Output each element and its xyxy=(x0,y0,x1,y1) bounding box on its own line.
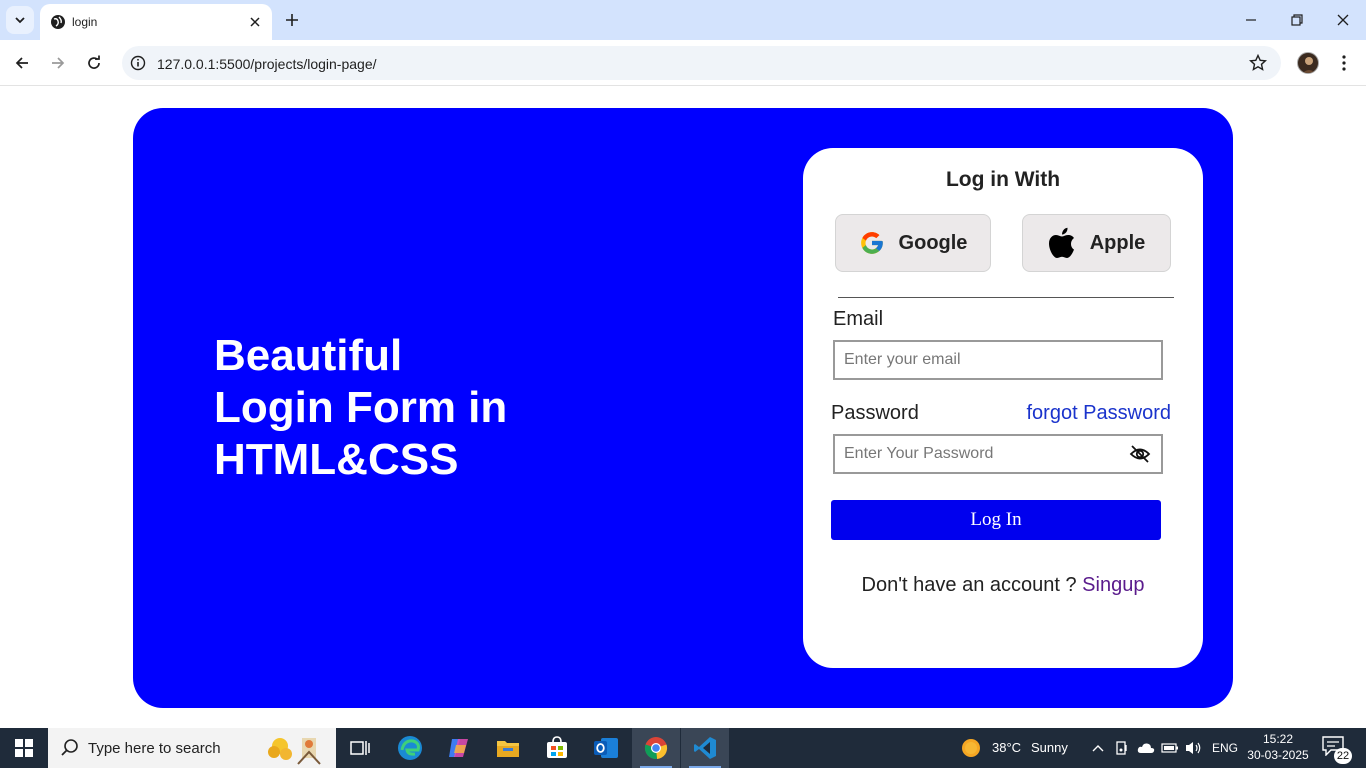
clock-date: 30-03-2025 xyxy=(1247,748,1309,762)
tab-title: login xyxy=(72,15,98,29)
password-label: Password xyxy=(831,402,919,424)
device-icon xyxy=(1116,741,1127,755)
store-taskbar-button[interactable] xyxy=(533,728,581,768)
browser-tab[interactable]: login xyxy=(40,4,272,40)
plus-icon xyxy=(286,14,298,26)
folder-icon xyxy=(497,741,519,757)
weather-condition[interactable]: Sunny xyxy=(1031,740,1068,755)
start-button[interactable] xyxy=(0,728,48,768)
globe-icon xyxy=(51,15,65,29)
show-hidden-icons-button[interactable] xyxy=(1089,738,1107,758)
browser-toolbar: 127.0.0.1:5500/projects/login-page/ xyxy=(0,40,1366,86)
email-field[interactable]: Enter your email xyxy=(833,340,1163,380)
google-login-button[interactable]: Google xyxy=(835,214,991,272)
info-icon[interactable] xyxy=(130,55,146,71)
chevron-up-icon xyxy=(1092,745,1104,752)
battery-icon xyxy=(1161,743,1178,753)
task-view-icon xyxy=(350,741,370,755)
signup-prompt-text: Don't have an account ? xyxy=(861,574,1083,596)
forward-button[interactable] xyxy=(46,51,70,75)
hero-section: Beautiful Login Form in HTML&CSS Log in … xyxy=(133,108,1233,708)
clock-time: 15:22 xyxy=(1262,732,1294,746)
edge-icon xyxy=(398,736,422,760)
chrome-taskbar-button[interactable] xyxy=(632,728,680,768)
notification-center-button[interactable]: 22 xyxy=(1322,736,1352,764)
google-login-label: Google xyxy=(898,231,968,254)
weather-temperature[interactable]: 38°C xyxy=(992,740,1021,755)
login-card-title: Log in With xyxy=(945,168,1061,191)
more-vertical-icon xyxy=(1342,55,1346,71)
hero-heading-line: Beautiful xyxy=(214,331,403,380)
language-indicator[interactable]: ENG xyxy=(1212,741,1238,755)
windows-icon xyxy=(15,739,33,757)
password-field[interactable]: Enter Your Password xyxy=(833,434,1163,474)
outlook-taskbar-button[interactable] xyxy=(582,728,630,768)
signup-prompt: Don't have an account ? Singup xyxy=(803,574,1203,597)
apple-login-label: Apple xyxy=(1089,231,1146,254)
restore-button[interactable] xyxy=(1285,8,1309,32)
speaker-icon xyxy=(1186,742,1201,754)
password-placeholder: Enter Your Password xyxy=(844,445,994,462)
edge-taskbar-button[interactable] xyxy=(386,728,434,768)
close-window-button[interactable] xyxy=(1331,8,1355,32)
minimize-icon xyxy=(1246,19,1256,21)
volume-tray-button[interactable] xyxy=(1185,738,1203,758)
arrow-left-icon xyxy=(15,57,28,69)
new-tab-button[interactable] xyxy=(281,9,303,31)
close-icon xyxy=(1337,14,1349,26)
reload-icon xyxy=(88,55,100,69)
hero-heading-line: Login Form in xyxy=(214,383,508,432)
search-highlight-illustration xyxy=(268,738,321,765)
bookmark-star-icon[interactable] xyxy=(1249,54,1267,72)
login-button[interactable]: Log In xyxy=(831,500,1161,540)
browser-menu-button[interactable] xyxy=(1333,52,1355,74)
copilot-taskbar-button[interactable] xyxy=(435,728,483,768)
hero-heading-line: HTML&CSS xyxy=(214,435,459,484)
notification-count-badge: 22 xyxy=(1334,748,1352,764)
tab-search-button[interactable] xyxy=(6,6,34,34)
url-text: 127.0.0.1:5500/projects/login-page/ xyxy=(157,56,377,72)
user-avatar-icon xyxy=(1302,57,1316,73)
email-label: Email xyxy=(833,308,884,330)
taskbar: Type here to search 38°C Sunny ENG 15:22… xyxy=(0,728,1366,768)
battery-tray-button[interactable] xyxy=(1161,738,1179,758)
search-icon xyxy=(61,739,78,756)
store-icon xyxy=(547,736,567,758)
reload-button[interactable] xyxy=(82,51,106,75)
copilot-icon xyxy=(449,739,468,757)
back-button[interactable] xyxy=(10,51,34,75)
email-placeholder: Enter your email xyxy=(844,351,961,368)
taskbar-search-placeholder: Type here to search xyxy=(88,740,221,757)
apple-login-button[interactable]: Apple xyxy=(1022,214,1171,272)
hero-heading: Beautiful Login Form in HTML&CSS xyxy=(214,330,574,486)
browser-tab-bar: login xyxy=(0,0,1366,40)
eye-off-icon[interactable] xyxy=(1129,444,1151,464)
meet-tray-button[interactable] xyxy=(1113,738,1131,758)
onedrive-tray-button[interactable] xyxy=(1137,738,1155,758)
apple-icon xyxy=(1048,227,1074,258)
weather-sun-icon xyxy=(962,739,980,757)
chrome-icon xyxy=(644,737,668,760)
cloud-icon xyxy=(1137,743,1155,753)
arrow-right-icon xyxy=(52,57,65,69)
address-bar[interactable]: 127.0.0.1:5500/projects/login-page/ xyxy=(122,46,1281,80)
close-tab-icon[interactable] xyxy=(246,13,264,31)
clock[interactable]: 15:22 30-03-2025 xyxy=(1246,731,1310,763)
divider xyxy=(838,297,1174,298)
outlook-icon xyxy=(594,738,618,758)
task-view-button[interactable] xyxy=(336,728,384,768)
signup-link[interactable]: Singup xyxy=(1082,574,1144,596)
forgot-password-link[interactable]: forgot Password xyxy=(1026,402,1171,425)
file-explorer-taskbar-button[interactable] xyxy=(484,728,532,768)
taskbar-search[interactable]: Type here to search xyxy=(48,728,336,768)
vscode-taskbar-button[interactable] xyxy=(681,728,729,768)
profile-avatar[interactable] xyxy=(1297,52,1319,74)
restore-icon xyxy=(1291,14,1303,26)
vscode-icon xyxy=(694,737,716,759)
login-card: Log in With Google Apple Email Enter you… xyxy=(803,148,1203,668)
google-icon xyxy=(860,232,883,254)
chevron-down-icon xyxy=(15,17,25,24)
minimize-button[interactable] xyxy=(1239,8,1263,32)
